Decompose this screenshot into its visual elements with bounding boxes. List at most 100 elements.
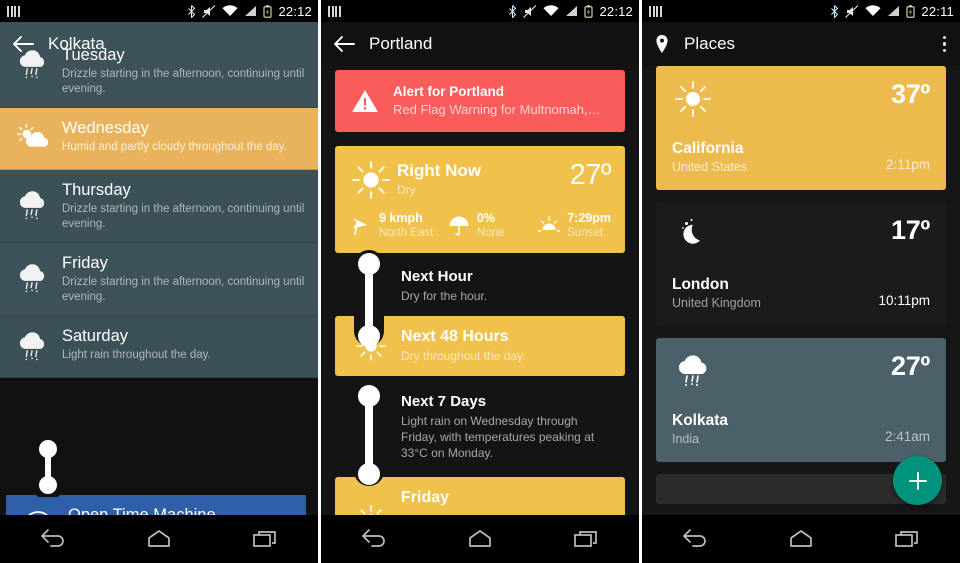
mute-icon [523,4,537,18]
rain-cloud-icon [678,355,707,386]
stat-sunset: 7:29pm Sunset [537,210,611,241]
back-nav-button[interactable] [25,519,81,559]
recents-nav-icon [895,531,918,547]
mute-icon [845,4,859,18]
warning-triangle-icon [352,90,378,112]
bluetooth-icon [188,4,196,18]
location-pin-icon [656,35,668,53]
day-row-friday[interactable]: Friday Drizzle starting in the afternoon… [0,243,318,316]
place-local-time: 2:41am [884,429,930,444]
home-nav-button[interactable] [773,519,829,559]
cell-signal-icon [566,6,578,16]
status-clock: 22:12 [278,3,312,19]
day-row-saturday[interactable]: Saturday Light rain throughout the day. [0,316,318,378]
timeline-title: Friday [401,489,450,506]
phone-panel-forecast-days: 22:12 Tuesday Drizzle starting in the af… [0,0,318,563]
place-card-bottom: London United Kingdom 10:11pm [672,275,930,312]
sunset-icon [538,215,561,232]
wind-speed: 9 kmph [379,211,423,225]
overflow-menu-icon[interactable] [939,30,951,59]
status-bar-right: 22:11 [830,4,954,19]
page-title: Kolkata [48,34,105,53]
back-arrow-icon[interactable] [333,35,355,53]
recents-nav-icon [574,531,597,547]
place-card-top: 37º [672,78,930,120]
back-arrow-icon[interactable] [12,35,34,53]
home-nav-icon [469,530,491,547]
status-bar-left [328,5,341,17]
place-city: London [672,276,729,293]
rain-cloud-icon [19,264,45,293]
timeline-subtitle: Light rain on Wednesday through Friday, … [401,414,595,460]
place-card-kolkata[interactable]: 27º Kolkata India 2:41am [656,338,946,462]
home-nav-button[interactable] [131,519,187,559]
recents-nav-button[interactable] [879,519,935,559]
precip-type: None [476,227,505,239]
timeline-item-friday[interactable]: Friday [335,477,625,515]
page-title: Places [684,34,736,53]
places-scroll-area[interactable]: 37º California United States 2:11pm 17º … [642,66,960,515]
forecast-scroll-area[interactable]: Alert for Portland Red Flag Warning for … [321,66,639,515]
day-description: Drizzle starting in the afternoon, conti… [62,203,305,230]
day-description: Drizzle starting in the afternoon, conti… [62,68,305,95]
recents-nav-button[interactable] [558,519,614,559]
place-temperature: 17º [891,215,930,245]
phone-panel-portland-forecast: 22:12 Portland Alert for Portland Red Fl… [321,0,639,563]
timeline-title: Next 7 Days [401,393,487,410]
day-description: Light rain throughout the day. [62,349,211,361]
recents-nav-button[interactable] [237,519,293,559]
battery-icon [584,4,594,18]
day-name: Wednesday [62,119,149,137]
timeline-item-next-hour[interactable]: Next Hour Dry for the hour. [335,253,625,316]
back-nav-button[interactable] [346,519,402,559]
add-place-button[interactable] [893,456,942,505]
timeline-title: Next Hour [401,268,473,285]
timeline-item-next-48-hours[interactable]: Next 48 Hours Dry throughout the day. [335,316,625,376]
place-city: Kolkata [672,412,728,429]
place-local-time: 2:11pm [885,157,930,172]
back-nav-button[interactable] [667,519,723,559]
battery-icon [263,4,273,18]
day-description: Humid and partly cloudy throughout the d… [62,141,287,153]
status-clock: 22:12 [599,3,633,19]
battery-icon [906,4,915,18]
sun-cloud-icon [17,123,49,147]
page-title: Portland [369,34,433,53]
wifi-icon [222,5,238,16]
place-temperature: 37º [891,79,930,109]
right-now-card[interactable]: Right Now Dry 27º 9 kmph North East 0% N… [335,146,625,253]
timeline-connector [34,437,62,497]
timeline-item-next-7-days[interactable]: Next 7 Days Light rain on Wednesday thro… [335,376,625,477]
sunset-label: Sunset [567,227,604,239]
day-row-thursday[interactable]: Thursday Drizzle starting in the afterno… [0,170,318,243]
place-card-london[interactable]: 17º London United Kingdom 10:11pm [656,202,946,326]
signal-bars-icon [649,5,662,17]
wind-vane-icon [353,217,367,235]
stat-precipitation: 0% None [447,210,537,241]
place-names: Kolkata India [672,411,728,448]
status-bar-left [649,5,662,17]
signal-bars-icon [328,5,341,17]
toolbar: Kolkata [0,22,318,66]
bluetooth-icon [509,4,517,18]
back-nav-icon [683,529,706,547]
day-name: Thursday [62,181,131,199]
place-card-top: 27º [672,350,930,392]
moon-stars-icon [682,219,700,244]
right-now-top: Right Now Dry 27º [349,156,612,202]
toolbar: Places [642,22,960,66]
wind-direction: North East [379,227,434,239]
navigation-bar [642,515,960,563]
place-country: United States [672,160,748,174]
home-nav-icon [790,530,812,547]
alert-subtitle: Red Flag Warning for Multnomah,… [393,102,601,117]
day-row-wednesday[interactable]: Wednesday Humid and partly cloudy throug… [0,108,318,170]
place-names: London United Kingdom [672,275,761,312]
home-nav-icon [148,530,170,547]
place-card-california[interactable]: 37º California United States 2:11pm [656,66,946,190]
weather-alert-card[interactable]: Alert for Portland Red Flag Warning for … [335,70,625,132]
day-name: Friday [62,254,108,272]
home-nav-button[interactable] [452,519,508,559]
place-country: India [672,432,700,446]
day-description: Drizzle starting in the afternoon, conti… [62,276,305,303]
